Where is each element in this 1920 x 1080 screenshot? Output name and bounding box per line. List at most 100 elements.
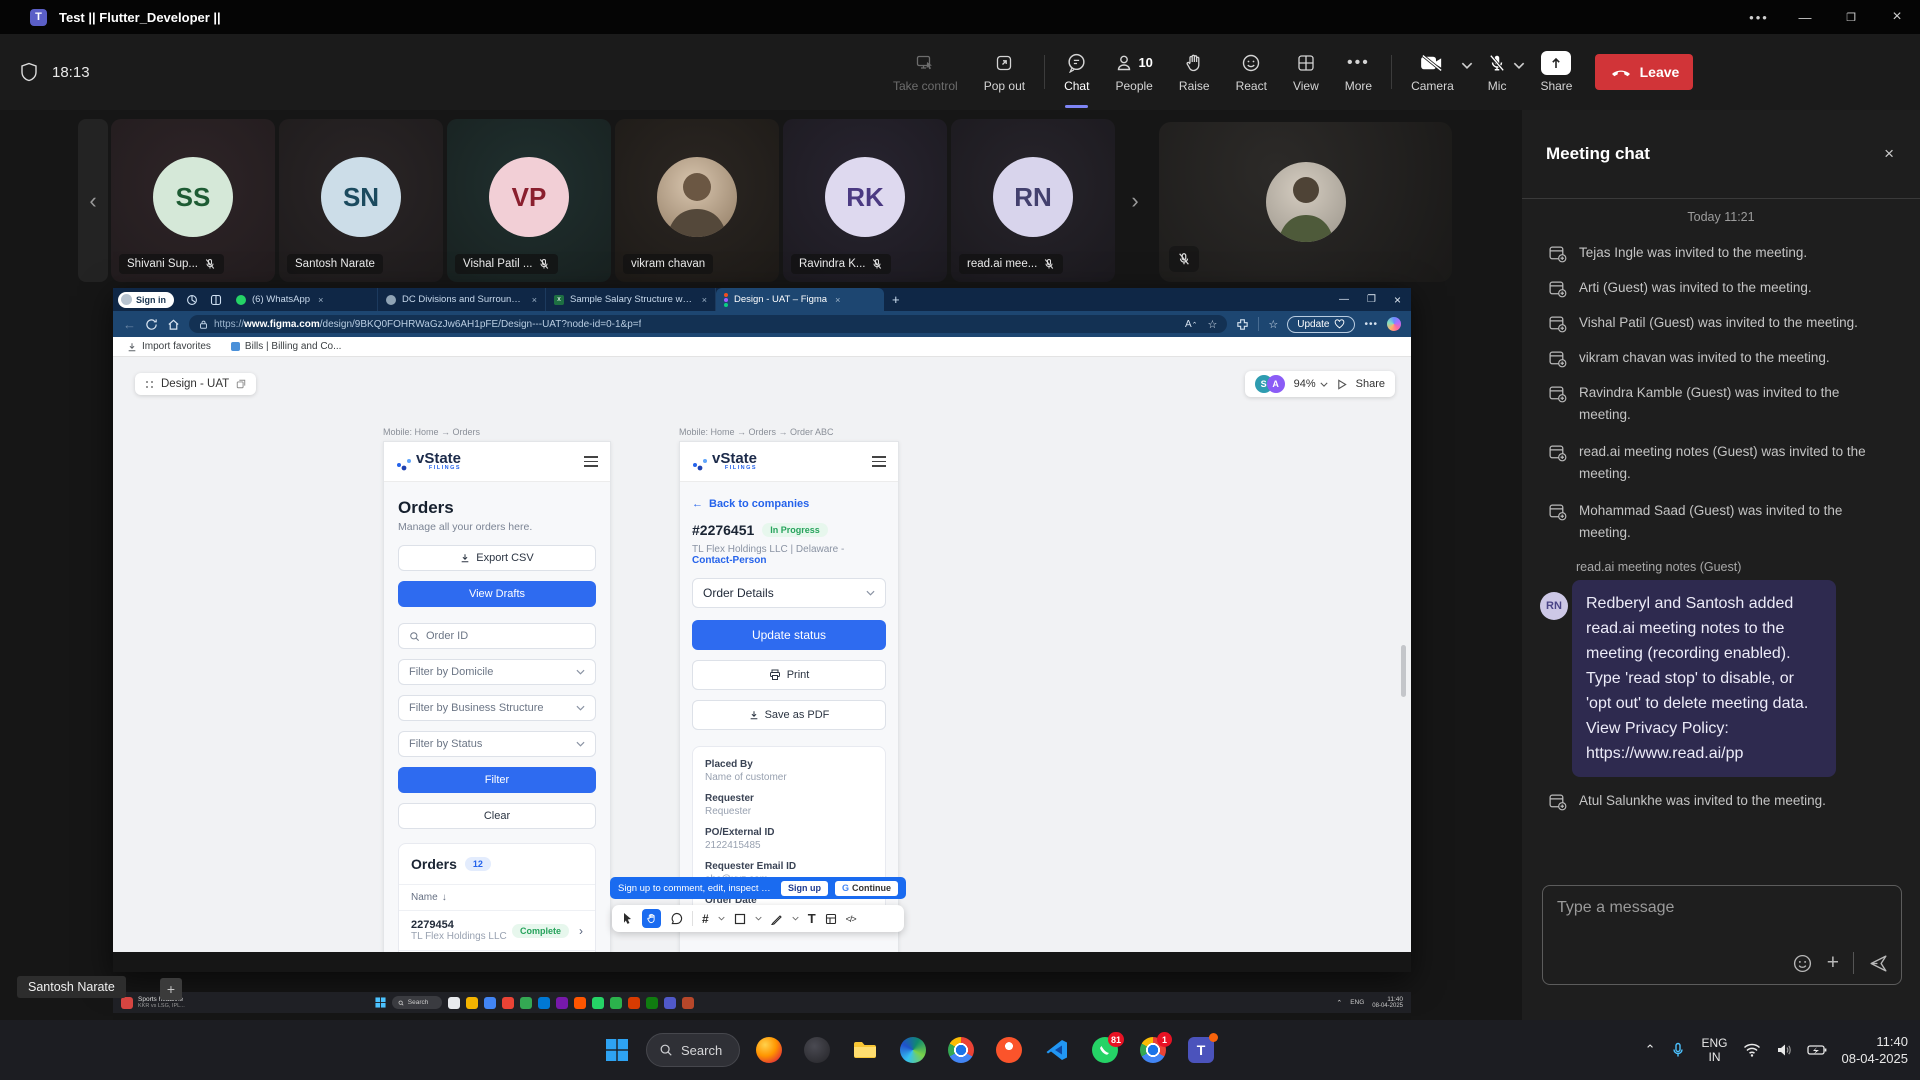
sender-avatar[interactable]: RN: [1540, 592, 1568, 620]
people-button[interactable]: 10 People: [1102, 44, 1165, 100]
take-control-button[interactable]: Take control: [880, 44, 971, 100]
hamburger-menu-icon[interactable]: [584, 456, 598, 467]
chevron-down-icon[interactable]: [718, 916, 725, 921]
taskbar-app-icon[interactable]: [646, 997, 658, 1009]
tab-close-icon[interactable]: ×: [835, 295, 840, 305]
chat-close-icon[interactable]: ×: [1884, 144, 1894, 164]
start-button[interactable]: [598, 1031, 636, 1069]
address-bar[interactable]: https://www.figma.com/design/9BKQ0FOHRWa…: [189, 315, 1227, 333]
taskbar-explorer-icon[interactable]: [846, 1031, 884, 1069]
contact-person-link[interactable]: Contact-Person: [692, 555, 766, 566]
comment-tool-icon[interactable]: [670, 912, 683, 925]
browser-restore-button[interactable]: ❐: [1367, 294, 1376, 305]
taskbar-app-icon[interactable]: [574, 997, 586, 1009]
filter-button[interactable]: Filter: [398, 767, 596, 793]
filmstrip-next-button[interactable]: ›: [1118, 119, 1152, 282]
taskbar-vscode-icon[interactable]: [1038, 1031, 1076, 1069]
chat-button[interactable]: Chat: [1051, 44, 1102, 100]
send-icon[interactable]: [1868, 953, 1889, 974]
filmstrip-prev-button[interactable]: ‹: [78, 119, 108, 282]
taskbar-app-icon[interactable]: [520, 997, 532, 1009]
figma-doc-chip[interactable]: Design - UAT: [135, 373, 256, 395]
name-column-header[interactable]: Name: [411, 892, 438, 903]
taskbar-app-icon[interactable]: [538, 997, 550, 1009]
update-button[interactable]: Update: [1287, 316, 1355, 333]
workspaces-icon[interactable]: [186, 294, 198, 306]
share-button[interactable]: Share: [1527, 44, 1585, 100]
browser-close-button[interactable]: ×: [1394, 293, 1401, 307]
view-drafts-button[interactable]: View Drafts: [398, 581, 596, 607]
copilot-icon[interactable]: [1387, 317, 1401, 331]
frame-label[interactable]: Mobile: Home → Orders → Order ABC: [679, 427, 834, 437]
taskbar-app-icon[interactable]: [610, 997, 622, 1009]
start-icon[interactable]: [375, 997, 386, 1008]
taskbar-firefox-icon[interactable]: [750, 1031, 788, 1069]
chat-message-input[interactable]: [1543, 886, 1901, 930]
hamburger-menu-icon[interactable]: [872, 456, 886, 467]
browser-minimize-button[interactable]: —: [1339, 294, 1349, 305]
taskbar-app-icon[interactable]: [448, 997, 460, 1009]
taskbar-app-icon[interactable]: [682, 997, 694, 1009]
tab-close-icon[interactable]: ×: [702, 295, 707, 305]
canvas-scrollbar[interactable]: [1401, 645, 1406, 697]
pen-tool-icon[interactable]: [771, 913, 783, 925]
order-row[interactable]: 2279454 TL Flex Holdings LLC Complete ›: [399, 910, 595, 950]
tab-actions-icon[interactable]: [210, 294, 222, 306]
tab-close-icon[interactable]: ×: [318, 295, 323, 305]
frame-tool-icon[interactable]: #: [702, 912, 709, 926]
shape-tool-icon[interactable]: [734, 913, 746, 925]
figma-frame-order-detail[interactable]: vState FILINGS ←Back to companies #22764…: [679, 441, 899, 952]
raise-hand-button[interactable]: Raise: [1166, 44, 1223, 100]
taskbar-whatsapp-icon[interactable]: 81: [1086, 1031, 1124, 1069]
presenter-pin-button[interactable]: +: [160, 978, 182, 1000]
frame-label[interactable]: Mobile: Home → Orders: [383, 427, 480, 437]
back-icon[interactable]: ←: [123, 317, 136, 332]
sign-up-button[interactable]: Sign up: [781, 881, 828, 896]
wifi-icon[interactable]: [1743, 1043, 1761, 1057]
participant-tile[interactable]: SN Santosh Narate: [279, 119, 443, 282]
view-button[interactable]: View: [1280, 44, 1332, 100]
tray-language[interactable]: ENGIN: [1701, 1036, 1727, 1064]
volume-icon[interactable]: [1776, 1043, 1792, 1057]
dev-mode-icon[interactable]: </>: [846, 914, 856, 924]
figma-frame-orders[interactable]: vState FILINGS Orders Manage all your or…: [383, 441, 611, 952]
taskbar-edge-icon[interactable]: [894, 1031, 932, 1069]
chevron-down-icon[interactable]: [792, 916, 799, 921]
tray-expand-icon[interactable]: ⌃: [1336, 999, 1342, 1007]
figma-share-button[interactable]: Share: [1356, 378, 1385, 390]
favorite-bills[interactable]: Bills | Billing and Co...: [231, 341, 342, 352]
collaborator-avatar[interactable]: A: [1267, 375, 1285, 393]
taskbar-app-icon[interactable]: [502, 997, 514, 1009]
update-status-button[interactable]: Update status: [692, 620, 886, 650]
taskbar-chrome-profile-icon[interactable]: 1: [1134, 1031, 1172, 1069]
window-minimize-button[interactable]: —: [1782, 0, 1828, 34]
refresh-icon[interactable]: [145, 318, 158, 331]
duplicate-icon[interactable]: [236, 379, 246, 389]
clear-button[interactable]: Clear: [398, 803, 596, 829]
spotlight-participant-tile[interactable]: [1159, 122, 1452, 282]
react-button[interactable]: React: [1223, 44, 1280, 100]
order-row[interactable]: 2279451 TL Flex Holdings LLC Complete ›: [399, 950, 595, 952]
taskbar-chrome-icon[interactable]: [942, 1031, 980, 1069]
order-details-select[interactable]: Order Details: [692, 578, 886, 608]
favorites-bar-icon[interactable]: ☆: [1268, 318, 1278, 331]
leave-button[interactable]: Leave: [1595, 54, 1693, 90]
hand-tool-active[interactable]: [642, 909, 661, 928]
taskbar-app-icon[interactable]: [798, 1031, 836, 1069]
favorite-import[interactable]: Import favorites: [127, 341, 211, 352]
tray-clock[interactable]: 11:4008-04-2025: [1842, 1033, 1909, 1067]
battery-icon[interactable]: [1807, 1044, 1827, 1056]
browser-tab-whatsapp[interactable]: (6) WhatsApp×: [228, 288, 378, 311]
participant-tile[interactable]: SS Shivani Sup...: [111, 119, 275, 282]
browser-more-icon[interactable]: •••: [1364, 319, 1378, 330]
section-tool-icon[interactable]: [825, 913, 837, 925]
emoji-icon[interactable]: [1792, 953, 1813, 974]
filter-status-select[interactable]: Filter by Status: [398, 731, 596, 757]
taskbar-app-icon[interactable]: [466, 997, 478, 1009]
zoom-level[interactable]: 94%: [1294, 378, 1328, 390]
extension-icon[interactable]: [1236, 318, 1249, 331]
pop-out-button[interactable]: Pop out: [971, 44, 1038, 100]
tray-clock[interactable]: 11:40 08-04-2025: [1372, 996, 1403, 1010]
camera-button[interactable]: Camera: [1398, 44, 1467, 100]
attach-plus-icon[interactable]: +: [1827, 953, 1839, 973]
